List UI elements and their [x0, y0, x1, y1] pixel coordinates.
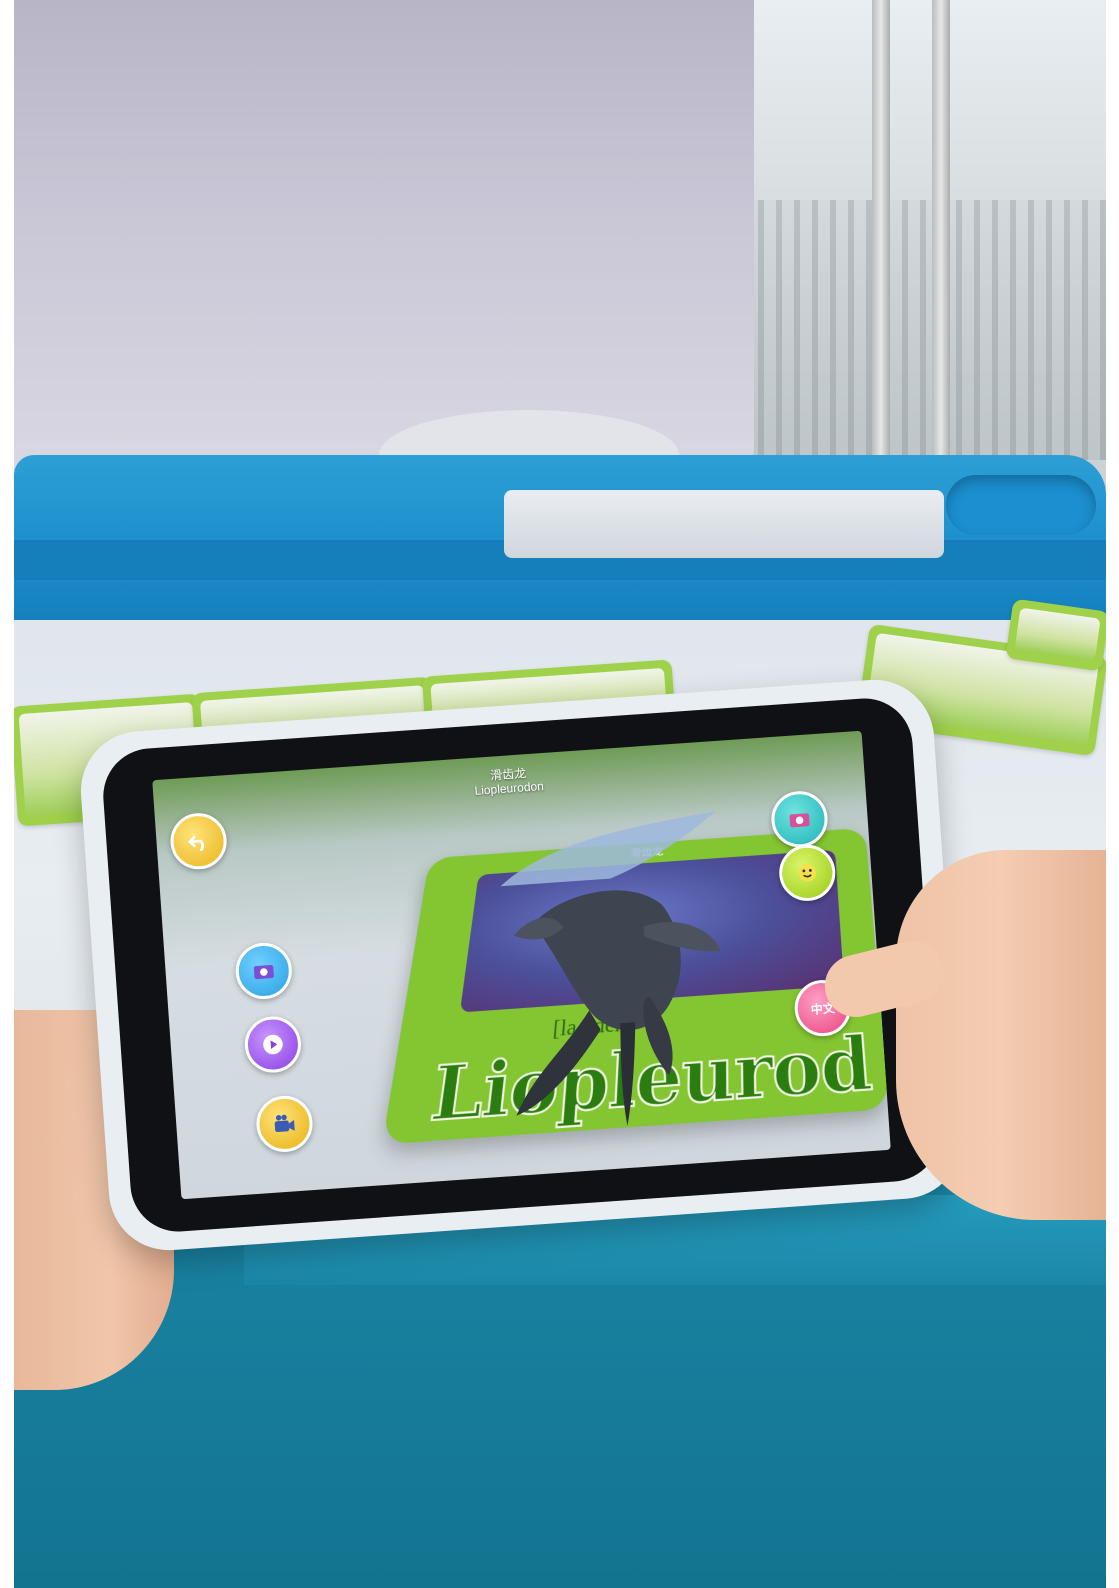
tray-slot [504, 490, 944, 558]
photo-scene: 滑齿龙 Liopleurodon 滑齿龙 [la uden] Liopleuro… [14, 0, 1106, 1588]
smiley-face-icon [798, 864, 816, 882]
back-button[interactable] [168, 811, 229, 872]
ar-liopleurodon-model[interactable] [486, 800, 748, 1136]
camera-icon [253, 965, 274, 980]
phone-body: 滑齿龙 Liopleurodon 滑齿龙 [la uden] Liopleuro… [100, 695, 943, 1235]
app-title: 滑齿龙 Liopleurodon [153, 743, 864, 821]
easel-board [14, 0, 754, 470]
ar-app-screen: 滑齿龙 Liopleurodon 滑齿龙 [la uden] Liopleuro… [152, 730, 891, 1200]
record-video-button[interactable] [254, 1094, 315, 1154]
window-frame [872, 0, 890, 470]
back-arrow-icon [188, 835, 205, 852]
right-hand [896, 850, 1106, 1220]
camera-icon [789, 813, 810, 828]
window-frame [932, 0, 950, 470]
photo-button[interactable] [233, 941, 294, 1001]
tray-cup-holder [946, 475, 1096, 535]
video-camera-icon [274, 1114, 295, 1133]
play-button[interactable] [243, 1014, 303, 1075]
play-icon [263, 1034, 283, 1055]
